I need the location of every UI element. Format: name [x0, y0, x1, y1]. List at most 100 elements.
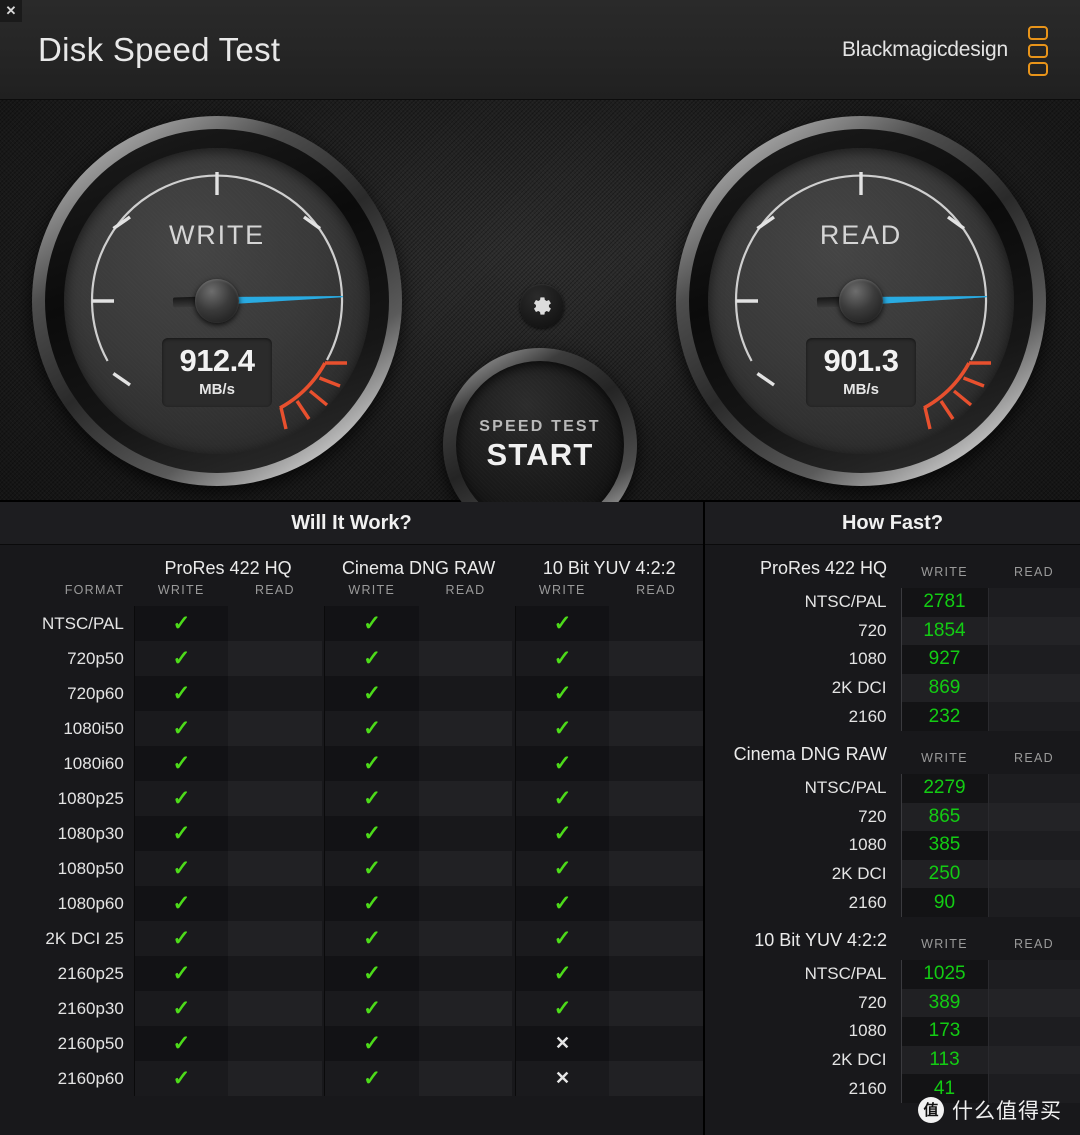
spacer [0, 545, 134, 583]
table-row: NTSC/PAL 2781 [705, 588, 1080, 617]
read-cell [418, 921, 513, 956]
table-row: 1080p60 ✓ ✓ ✓ [0, 886, 703, 921]
resolution-label: 2K DCI [831, 1050, 887, 1070]
group-name: 10 Bit YUV 4:2:2 [754, 929, 887, 950]
check-icon: ✓ [363, 786, 381, 810]
table-row: 2K DCI 25 ✓ ✓ ✓ [0, 921, 703, 956]
write-cell: ✓ [514, 746, 610, 781]
table-row: NTSC/PAL 1025 [705, 959, 1080, 989]
gauge-panel: WRITE 912.4 MB/s SPEED TEST START READ 9… [0, 100, 1080, 542]
read-cell [418, 641, 513, 676]
check-icon: ✓ [172, 891, 191, 915]
check-icon: ✓ [172, 996, 191, 1020]
write-cell: ✓ [324, 676, 419, 711]
write-cell: ✓ [133, 816, 229, 851]
read-gauge: READ 901.3 MB/s [676, 116, 1046, 486]
check-icon: ✓ [172, 821, 191, 845]
gear-icon [534, 297, 551, 315]
table-row: 1080p30 ✓ ✓ ✓ [0, 816, 703, 851]
close-window-button[interactable]: ✕ [0, 0, 22, 22]
write-speed-value: 173 [900, 1017, 988, 1046]
read-cell [228, 816, 322, 851]
write-speed-value: 865 [900, 802, 988, 832]
write-speed-value: 1854 [900, 616, 988, 646]
read-cell [609, 886, 703, 921]
write-cell: ✓ [133, 781, 229, 816]
settings-button[interactable] [520, 284, 564, 328]
write-cell: ✓ [324, 956, 419, 991]
table-row: 720p50 ✓ ✓ ✓ [0, 641, 703, 676]
check-icon: ✓ [363, 1031, 381, 1055]
write-speed-value: 1025 [900, 959, 988, 989]
check-icon: ✓ [553, 751, 572, 775]
page-title: Disk Speed Test [38, 31, 281, 68]
check-icon: ✓ [363, 646, 381, 670]
resolution-label: 1080 [848, 835, 887, 855]
codec-header: 10 Bit YUV 4:2:2 [542, 558, 676, 578]
write-cell: ✓ [133, 1061, 229, 1096]
start-button-line2: START [486, 436, 594, 472]
will-it-work-title: Will It Work? [0, 502, 703, 545]
resolution-label: NTSC/PAL [804, 778, 887, 798]
read-subheader: READ [254, 583, 295, 597]
read-cell [609, 1026, 703, 1061]
check-icon: ✓ [363, 1066, 381, 1090]
check-icon: ✓ [363, 856, 381, 880]
read-value: 901.3 [823, 343, 899, 378]
write-cell: ✓ [514, 921, 610, 956]
check-icon: ✓ [172, 716, 191, 740]
table-row: 720p60 ✓ ✓ ✓ [0, 676, 703, 711]
table-row: 1080 173 [705, 1017, 1080, 1046]
write-cell: ✓ [514, 711, 610, 746]
format-label: 2160p60 [57, 1068, 124, 1088]
format-label: 720p50 [67, 648, 124, 668]
write-cell: ✓ [133, 746, 229, 781]
write-cell: ✓ [324, 991, 419, 1026]
write-cell: ✓ [324, 781, 419, 816]
write-cell: ✓ [133, 991, 229, 1026]
watermark-badge-icon: 值 [918, 1097, 944, 1123]
write-cell: ✓ [324, 746, 419, 781]
write-speed-value: 232 [900, 702, 988, 731]
read-cell [419, 886, 513, 921]
check-icon: ✓ [172, 611, 191, 635]
resolution-label: 1080 [848, 649, 887, 669]
resolution-label: NTSC/PAL [804, 592, 887, 612]
table-row: 1080p50 ✓ ✓ ✓ [0, 851, 703, 886]
resolution-label: 2160 [848, 892, 887, 912]
write-cell: ✓ [324, 816, 419, 851]
read-speed-value [987, 1045, 1080, 1075]
cross-icon: ✕ [555, 1032, 571, 1053]
write-cell: ✓ [324, 886, 419, 921]
group-header-row: ProRes 422 HQ WRITE READ [705, 545, 1080, 588]
resolution-label: NTSC/PAL [804, 964, 887, 984]
check-icon: ✓ [363, 961, 381, 985]
read-cell [228, 956, 322, 991]
write-value: 912.4 [179, 343, 255, 378]
write-readout: 912.4 MB/s [162, 338, 272, 407]
read-cell [228, 1061, 322, 1096]
write-cell: ✓ [324, 921, 419, 956]
blackmagic-logo-icon [1028, 26, 1050, 76]
write-cell: ✓ [324, 851, 419, 886]
check-icon: ✓ [363, 751, 381, 775]
format-label: 1080p50 [57, 858, 124, 878]
app-header: Disk Speed Test Blackmagicdesign [0, 0, 1080, 100]
check-icon: ✓ [172, 681, 191, 705]
write-cell: ✓ [133, 886, 229, 921]
write-cell: ✓ [324, 1026, 419, 1061]
write-speed-value: 927 [900, 645, 988, 674]
read-cell [609, 1061, 703, 1096]
format-label: 1080i60 [63, 753, 124, 773]
write-subheader: WRITE [538, 583, 586, 597]
watermark: 值 什么值得买 [918, 1095, 1062, 1125]
start-button-line1: SPEED TEST [479, 417, 601, 435]
read-cell [419, 1026, 513, 1061]
how-fast-panel: How Fast? ProRes 422 HQ WRITE READ NTSC/PAL… [703, 502, 1080, 1135]
check-icon: ✓ [363, 996, 381, 1020]
check-icon: ✓ [553, 786, 572, 810]
check-icon: ✓ [553, 891, 572, 915]
read-cell [609, 956, 703, 991]
write-cell: ✓ [514, 851, 610, 886]
read-cell [228, 921, 322, 956]
